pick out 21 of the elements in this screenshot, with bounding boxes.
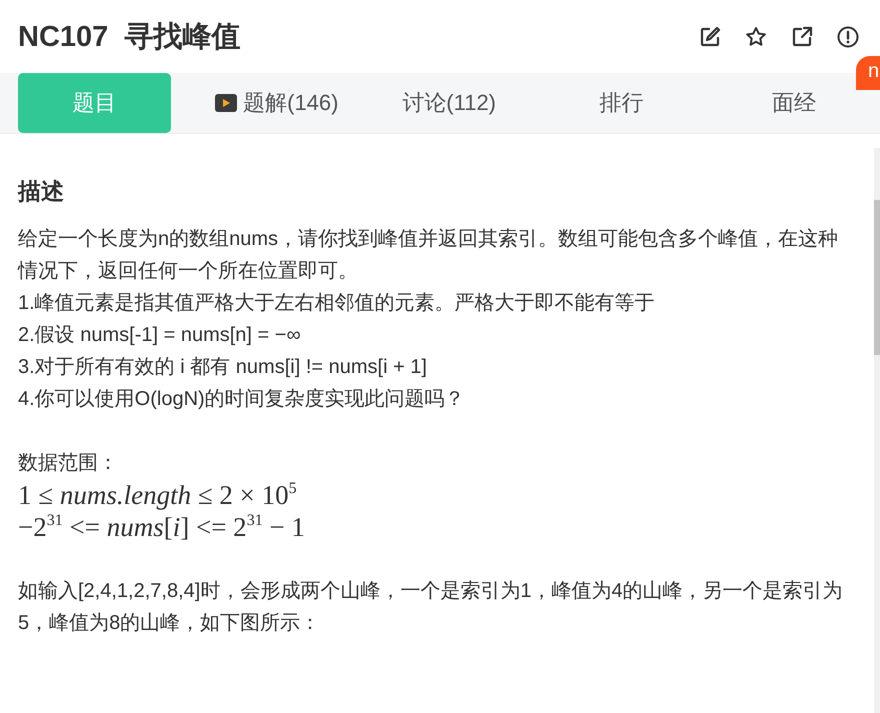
video-icon — [215, 94, 238, 112]
scrollbar[interactable] — [874, 148, 880, 713]
description-text: 1.峰值元素是指其值严格大于左右相邻值的元素。严格大于即不能有等于 — [18, 291, 656, 316]
star-icon[interactable] — [744, 24, 768, 48]
math-formula: 1 ≤ nums.length ≤ 2 × 10$^{5}$ — [18, 479, 298, 511]
edit-icon[interactable] — [698, 24, 722, 48]
description-text: 3.对于所有有效的 i 都有 nums[i] != nums[i + 1] — [18, 355, 428, 380]
tab[interactable]: 题解(146) — [190, 73, 363, 133]
description-text: 数据范围： — [18, 451, 119, 476]
scrollbar-thumb[interactable] — [874, 200, 880, 355]
description-text: 4.你可以使用O(logN)的时间复杂度实现此问题吗？ — [18, 387, 466, 412]
section-heading: 描述 — [18, 177, 65, 206]
tab[interactable]: 讨论(112) — [362, 73, 536, 133]
description-text: 2.假设 nums[-1] = nums[n] = −∞ — [18, 323, 302, 348]
description-text: 给定一个长度为n的数组nums，请你找到峰值并返回其索引。数组可能包含多个峰值，在这种情况下，返回任何一个所在位置即可。 — [18, 227, 840, 284]
problem-title: NC107 寻找峰值 — [18, 20, 240, 54]
external-link-icon[interactable] — [790, 24, 814, 48]
info-icon[interactable] — [836, 24, 860, 48]
tab[interactable]: 排行 — [535, 73, 708, 133]
description-text: 如输入[2,4,1,2,7,8,4]时，会形成两个山峰，一个是索引为1，峰值为4的山峰，另一个是索引为5，峰值为8的山峰，如下图所示： — [18, 579, 844, 636]
math-formula: −2$^{31}$ <= nums[i] <= 2$^{31}$ − 1 — [18, 511, 306, 543]
